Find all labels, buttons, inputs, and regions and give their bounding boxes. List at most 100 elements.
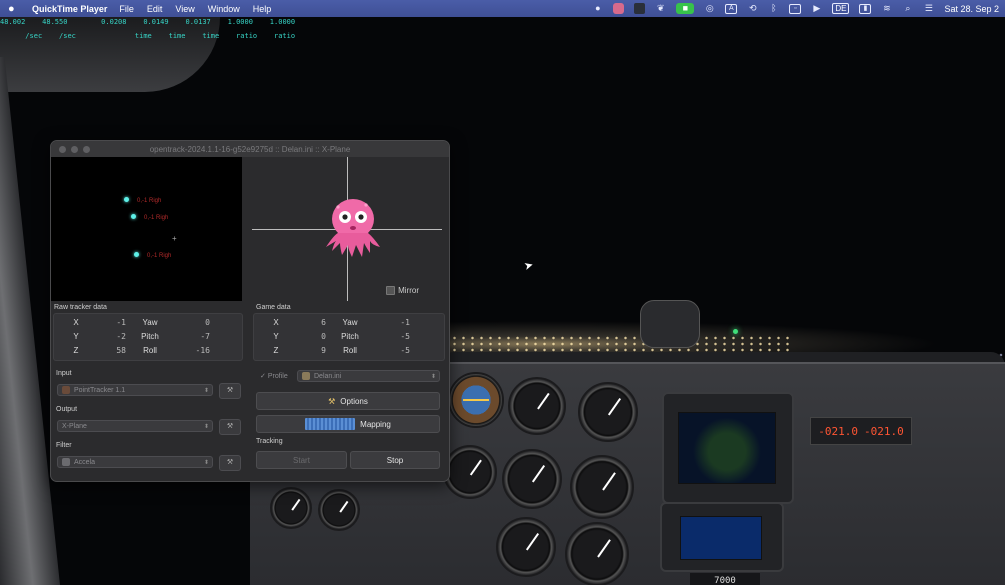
rotation-value: -5 bbox=[400, 346, 410, 355]
axis-value: 9 bbox=[321, 346, 326, 355]
input-label: Input bbox=[56, 370, 72, 377]
turn-coordinator bbox=[443, 445, 497, 499]
rotation-label: Roll bbox=[143, 346, 157, 355]
start-label: Start bbox=[293, 455, 310, 465]
facetime-camera-icon[interactable]: ■ bbox=[676, 3, 695, 14]
chevron-updown-icon: ⬍ bbox=[203, 423, 209, 430]
screen-icon[interactable]: ▫ bbox=[789, 3, 802, 14]
opentrack-window: opentrack-2024.1.1-16-g52e9275d :: Delan… bbox=[50, 140, 450, 482]
pointtracker-icon bbox=[62, 386, 70, 394]
sync-icon[interactable]: ◎ bbox=[704, 3, 715, 14]
chevron-updown-icon: ⬍ bbox=[430, 373, 436, 380]
fuel-gauge bbox=[318, 489, 360, 531]
hud-value: 1.0000 bbox=[269, 18, 296, 26]
pose-preview: Mirror bbox=[244, 157, 449, 301]
start-button[interactable]: Start bbox=[256, 451, 347, 469]
rotation-label: Roll bbox=[343, 346, 357, 355]
raw-tracker-title: Raw tracker data bbox=[54, 304, 107, 311]
leaf-icon[interactable]: ❦ bbox=[655, 3, 666, 14]
app-status-icon[interactable] bbox=[634, 3, 646, 14]
search-icon[interactable]: ⌕ bbox=[902, 3, 913, 14]
rotation-value: -1 bbox=[400, 318, 410, 327]
app-menu[interactable]: QuickTime Player bbox=[32, 4, 107, 14]
chevron-updown-icon: ⬍ bbox=[203, 387, 209, 394]
play-icon[interactable]: ▶ bbox=[811, 3, 822, 14]
control-center-icon[interactable]: ☰ bbox=[923, 3, 934, 14]
menu-view[interactable]: View bbox=[175, 4, 194, 14]
stop-button[interactable]: Stop bbox=[350, 451, 440, 469]
wifi-icon[interactable]: ≋ bbox=[881, 3, 892, 14]
rotation-value: -16 bbox=[195, 346, 210, 355]
hud-unit: ratio bbox=[236, 32, 258, 40]
mapping-button[interactable]: Mapping bbox=[256, 415, 440, 433]
game-row-z: Z 9 Roll -5 bbox=[256, 346, 410, 355]
axis-label: X bbox=[273, 318, 279, 327]
mirror-checkbox[interactable] bbox=[386, 286, 396, 295]
bluetooth-icon[interactable]: ᛒ bbox=[768, 3, 779, 14]
tracking-label: Tracking bbox=[256, 438, 283, 445]
gps-unit-top bbox=[662, 392, 794, 504]
menu-file[interactable]: File bbox=[119, 4, 134, 14]
filter-icon bbox=[62, 458, 70, 466]
adf-gauge bbox=[496, 517, 556, 577]
output-settings-button[interactable]: ⚒ bbox=[219, 419, 241, 435]
raw-tracker-panel: X -1 Yaw 0 Y -2 Pitch -7 Z 58 Roll -16 bbox=[53, 313, 243, 361]
profile-select-value: Delan.ini bbox=[314, 372, 342, 380]
transponder-display: -021.0 -021.0 bbox=[810, 417, 912, 445]
output-label: Output bbox=[56, 406, 78, 413]
checkmark-icon: ✓ bbox=[260, 373, 266, 380]
font-icon[interactable]: A bbox=[725, 3, 738, 14]
axis-label: Y bbox=[273, 332, 279, 341]
raw-row-y: Y -2 Pitch -7 bbox=[56, 332, 210, 341]
options-button[interactable]: ⚒ Options bbox=[256, 392, 440, 410]
hud-unit: /sec bbox=[25, 32, 43, 40]
filter-settings-button[interactable]: ⚒ bbox=[219, 455, 241, 471]
mirror-option[interactable]: Mirror bbox=[386, 286, 419, 295]
tracker-point-label: 0,-1 Righ bbox=[144, 215, 169, 221]
profile-menu-button[interactable]: ✓ Profile bbox=[256, 370, 294, 382]
axis-value: -2 bbox=[116, 332, 126, 341]
hud-unit: time bbox=[134, 32, 152, 40]
battery-icon[interactable]: ▮ bbox=[859, 3, 872, 14]
menu-edit[interactable]: Edit bbox=[147, 4, 163, 14]
record-icon[interactable]: ● bbox=[592, 3, 603, 14]
squawk-value: 7000 bbox=[714, 576, 736, 585]
rotation-label: Yaw bbox=[342, 318, 358, 327]
tracker-point bbox=[134, 252, 139, 257]
rotation-value: -5 bbox=[400, 332, 410, 341]
tracker-point bbox=[131, 214, 136, 219]
octopus-app-icon[interactable] bbox=[613, 3, 625, 14]
menubar-clock[interactable]: Sat 28. Sep 2 bbox=[944, 4, 999, 14]
nav-gauge bbox=[565, 522, 629, 585]
apple-menu-icon[interactable]: ● bbox=[8, 3, 22, 15]
vsi-gauge bbox=[578, 382, 638, 442]
output-select-value: X-Plane bbox=[62, 422, 87, 430]
menu-window[interactable]: Window bbox=[208, 4, 240, 14]
window-titlebar[interactable]: opentrack-2024.1.1-16-g52e9275d :: Delan… bbox=[51, 141, 449, 157]
input-settings-button[interactable]: ⚒ bbox=[219, 383, 241, 399]
input-select[interactable]: PointTracker 1.1 ⬍ bbox=[57, 384, 213, 396]
filter-select-value: Accela bbox=[74, 458, 96, 466]
axis-value: -1 bbox=[116, 318, 126, 327]
time-machine-icon[interactable]: ⟲ bbox=[747, 3, 758, 14]
window-title: opentrack-2024.1.1-16-g52e9275d :: Delan… bbox=[149, 144, 351, 154]
input-source-indicator[interactable]: DE bbox=[832, 3, 850, 14]
center-crosshair-icon: + bbox=[172, 234, 177, 243]
hud-value: 48.550 bbox=[42, 18, 68, 26]
hud-value: 48.002 bbox=[0, 18, 26, 26]
profile-select[interactable]: Delan.ini ⬍ bbox=[297, 370, 440, 382]
hud-value: 0.0137 bbox=[185, 18, 211, 26]
hud-value: 0.0149 bbox=[143, 18, 169, 26]
menu-help[interactable]: Help bbox=[253, 4, 272, 14]
hud-value: 0.0208 bbox=[101, 18, 127, 26]
hud-values-row: 48.002 48.550 0.0208 0.0149 0.0137 1.000… bbox=[0, 19, 295, 33]
game-row-y: Y 0 Pitch -5 bbox=[256, 332, 410, 341]
filter-select[interactable]: Accela ⬍ bbox=[57, 456, 213, 468]
octopus-icon bbox=[326, 199, 380, 257]
output-select[interactable]: X-Plane ⬍ bbox=[57, 420, 213, 432]
game-row-x: X 6 Yaw -1 bbox=[256, 318, 410, 327]
hud-value: 1.0000 bbox=[227, 18, 253, 26]
engine-gauge bbox=[270, 487, 312, 529]
rotation-value: 0 bbox=[205, 318, 210, 327]
tracker-point-label: 0,-1 Righ bbox=[147, 253, 172, 259]
